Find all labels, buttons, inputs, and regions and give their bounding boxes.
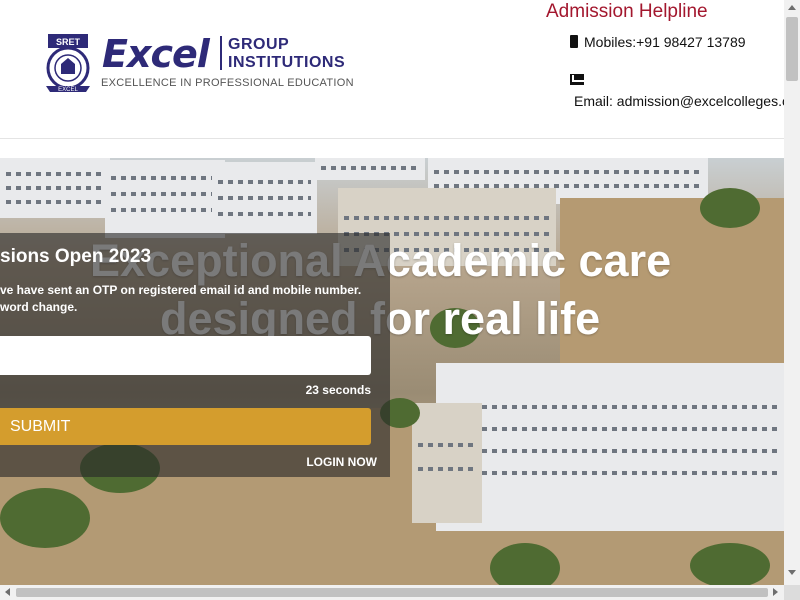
admissions-open-title: sions Open 2023 <box>0 246 152 267</box>
vertical-scroll-thumb[interactable] <box>786 17 798 81</box>
logo-group-name: GROUP INSTITUTIONS <box>228 36 345 72</box>
email-contact[interactable]: Email: admission@excelcolleges.com <box>574 93 784 109</box>
mobile-number-text: Mobiles:+91 98427 13789 <box>584 34 746 50</box>
scroll-down-arrow-icon[interactable] <box>788 570 796 575</box>
logo-divider <box>220 36 222 70</box>
tree <box>490 543 560 585</box>
site-header: SRET EXCEL Excel GROUP INSTITUTIONS EXCE… <box>0 0 784 139</box>
otp-sent-message: ve have sent an OTP on registered email … <box>0 283 362 314</box>
campus-building <box>212 162 317 234</box>
horizontal-scrollbar[interactable] <box>0 585 784 600</box>
scroll-up-arrow-icon[interactable] <box>788 5 796 10</box>
vertical-scrollbar[interactable] <box>784 0 800 600</box>
campus-building <box>105 160 225 238</box>
svg-text:SRET: SRET <box>56 37 81 47</box>
logo-group-line1: GROUP <box>228 36 290 53</box>
scroll-right-arrow-icon[interactable] <box>773 588 778 596</box>
excel-group-logo[interactable]: SRET EXCEL Excel GROUP INSTITUTIONS EXCE… <box>40 30 354 95</box>
campus-building <box>0 158 110 218</box>
otp-login-panel: sions Open 2023 ve have sent an OTP on r… <box>0 233 390 477</box>
svg-text:EXCEL: EXCEL <box>58 87 78 93</box>
submit-button[interactable]: SUBMIT <box>0 408 371 445</box>
mobile-phone-icon <box>570 35 578 48</box>
sret-seal-icon: SRET EXCEL <box>46 34 90 93</box>
mobile-contact[interactable]: Mobiles:+91 98427 13789 <box>570 32 770 52</box>
logo-wordmark: Excel <box>102 32 210 76</box>
tree <box>690 543 770 585</box>
tree <box>700 188 760 228</box>
horizontal-scroll-thumb[interactable] <box>16 588 768 597</box>
scroll-left-arrow-icon[interactable] <box>5 588 10 596</box>
envelope-icon <box>570 74 584 85</box>
login-now-link[interactable]: LOGIN NOW <box>306 455 377 469</box>
campus-main-building <box>436 363 784 531</box>
scrollbar-corner <box>784 585 800 600</box>
admission-helpline-title: Admission Helpline <box>546 1 708 22</box>
logo-group-line2: INSTITUTIONS <box>228 54 346 71</box>
campus-building <box>412 403 482 523</box>
otp-timer: 23 seconds <box>305 383 371 397</box>
logo-tagline: EXCELLENCE IN PROFESSIONAL EDUCATION <box>101 77 354 89</box>
otp-input[interactable] <box>0 336 371 375</box>
tree <box>0 488 90 548</box>
campus-building <box>315 158 425 180</box>
